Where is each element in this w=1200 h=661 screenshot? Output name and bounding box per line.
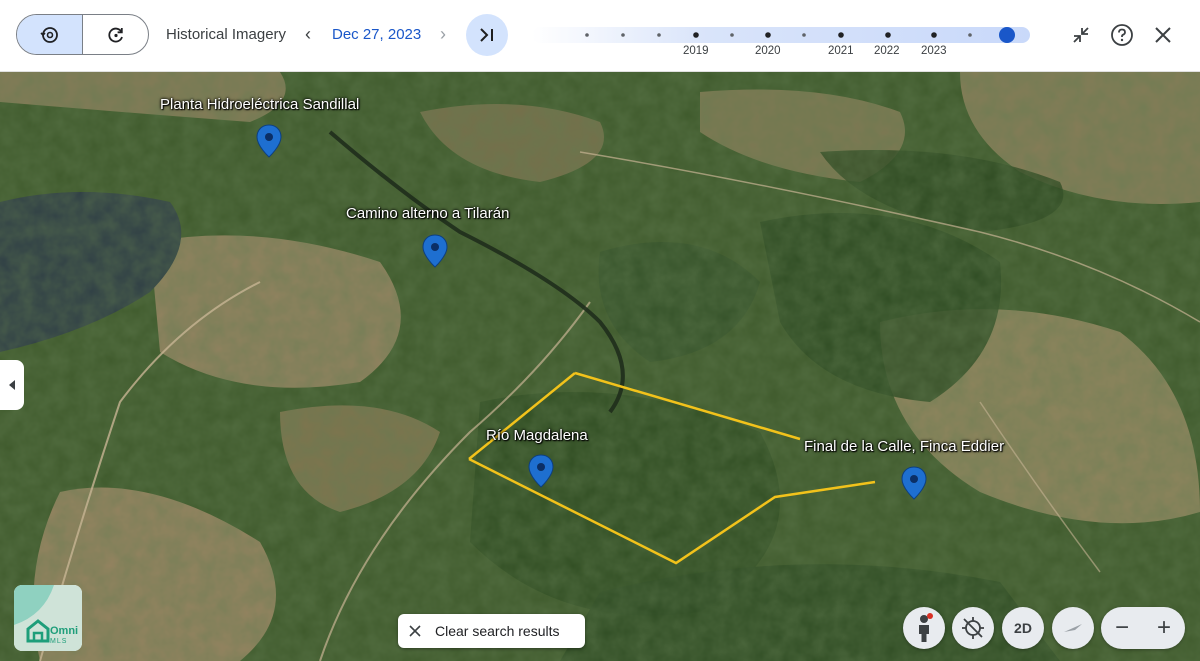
timeline-year-label: 2022 — [874, 45, 900, 57]
caret-left-icon — [9, 380, 15, 390]
historical-imagery-toolbar: Historical Imagery ‹ Dec 27, 2023 › 2019… — [0, 0, 1200, 72]
collapse-button[interactable] — [1068, 22, 1094, 48]
place-label-rio[interactable]: Río Magdalena — [486, 427, 588, 444]
map-pin-icon[interactable] — [422, 234, 448, 268]
timeline-year-label: 2021 — [828, 45, 854, 57]
side-panel-toggle[interactable] — [0, 360, 24, 410]
imagery-date[interactable]: Dec 27, 2023 — [332, 26, 421, 43]
collapse-icon — [1073, 27, 1089, 43]
zoom-in-button[interactable]: + — [1157, 614, 1171, 642]
jump-to-latest-button[interactable] — [466, 14, 508, 56]
zoom-control: − + — [1101, 607, 1185, 649]
timeline-year-label: 2023 — [921, 45, 947, 57]
page-title: Historical Imagery — [166, 26, 287, 43]
help-icon — [1111, 24, 1133, 46]
place-label-camino[interactable]: Camino alterno a Tilarán — [346, 205, 509, 222]
timeline-year-label: 2019 — [683, 45, 709, 57]
location-button[interactable] — [952, 607, 994, 649]
jump-to-latest-icon — [480, 28, 493, 42]
place-label-planta[interactable]: Planta Hidroeléctrica Sandillal — [160, 96, 359, 113]
clear-search-results-button[interactable]: Clear search results — [398, 614, 585, 648]
compass-icon — [1064, 624, 1082, 632]
chevron-right-icon[interactable]: › — [440, 24, 446, 45]
view-2d-button[interactable]: 2D — [1002, 607, 1044, 649]
map-pin-icon[interactable] — [901, 466, 927, 500]
clear-search-label: Clear search results — [435, 623, 560, 639]
satellite-map[interactable]: Planta Hidroeléctrica Sandillal Camino a… — [0, 72, 1200, 661]
street-view-button[interactable] — [903, 607, 945, 649]
refresh-icon — [107, 27, 123, 42]
logo-image — [14, 585, 82, 651]
history-icon — [39, 26, 58, 43]
timeline-track — [585, 27, 1015, 43]
imagery-mode-toggle — [16, 14, 149, 55]
close-icon — [409, 625, 421, 637]
imagery-timeline-slider[interactable] — [532, 27, 1030, 43]
logo-subtext: MLS — [50, 638, 68, 645]
logo-text: Omni — [50, 625, 79, 637]
zoom-out-button[interactable]: − — [1115, 614, 1129, 642]
chevron-left-icon[interactable]: ‹ — [305, 24, 311, 45]
map-pin-icon[interactable] — [256, 124, 282, 158]
history-mode-button[interactable] — [17, 15, 83, 54]
location-off-icon — [962, 617, 984, 639]
close-icon — [1155, 27, 1171, 43]
map-pin-icon[interactable] — [528, 454, 554, 488]
close-button[interactable] — [1150, 22, 1176, 48]
timeline-year-label: 2020 — [755, 45, 781, 57]
omni-mls-logo[interactable]: Omni MLS — [14, 585, 82, 651]
pegman-icon — [919, 613, 933, 642]
compass-button[interactable] — [1052, 607, 1094, 649]
refresh-button[interactable] — [83, 15, 148, 54]
help-button[interactable] — [1109, 22, 1135, 48]
place-label-finca[interactable]: Final de la Calle, Finca Eddier — [804, 438, 1004, 455]
terrain-imagery — [0, 72, 1200, 661]
timeline-handle — [999, 27, 1015, 43]
